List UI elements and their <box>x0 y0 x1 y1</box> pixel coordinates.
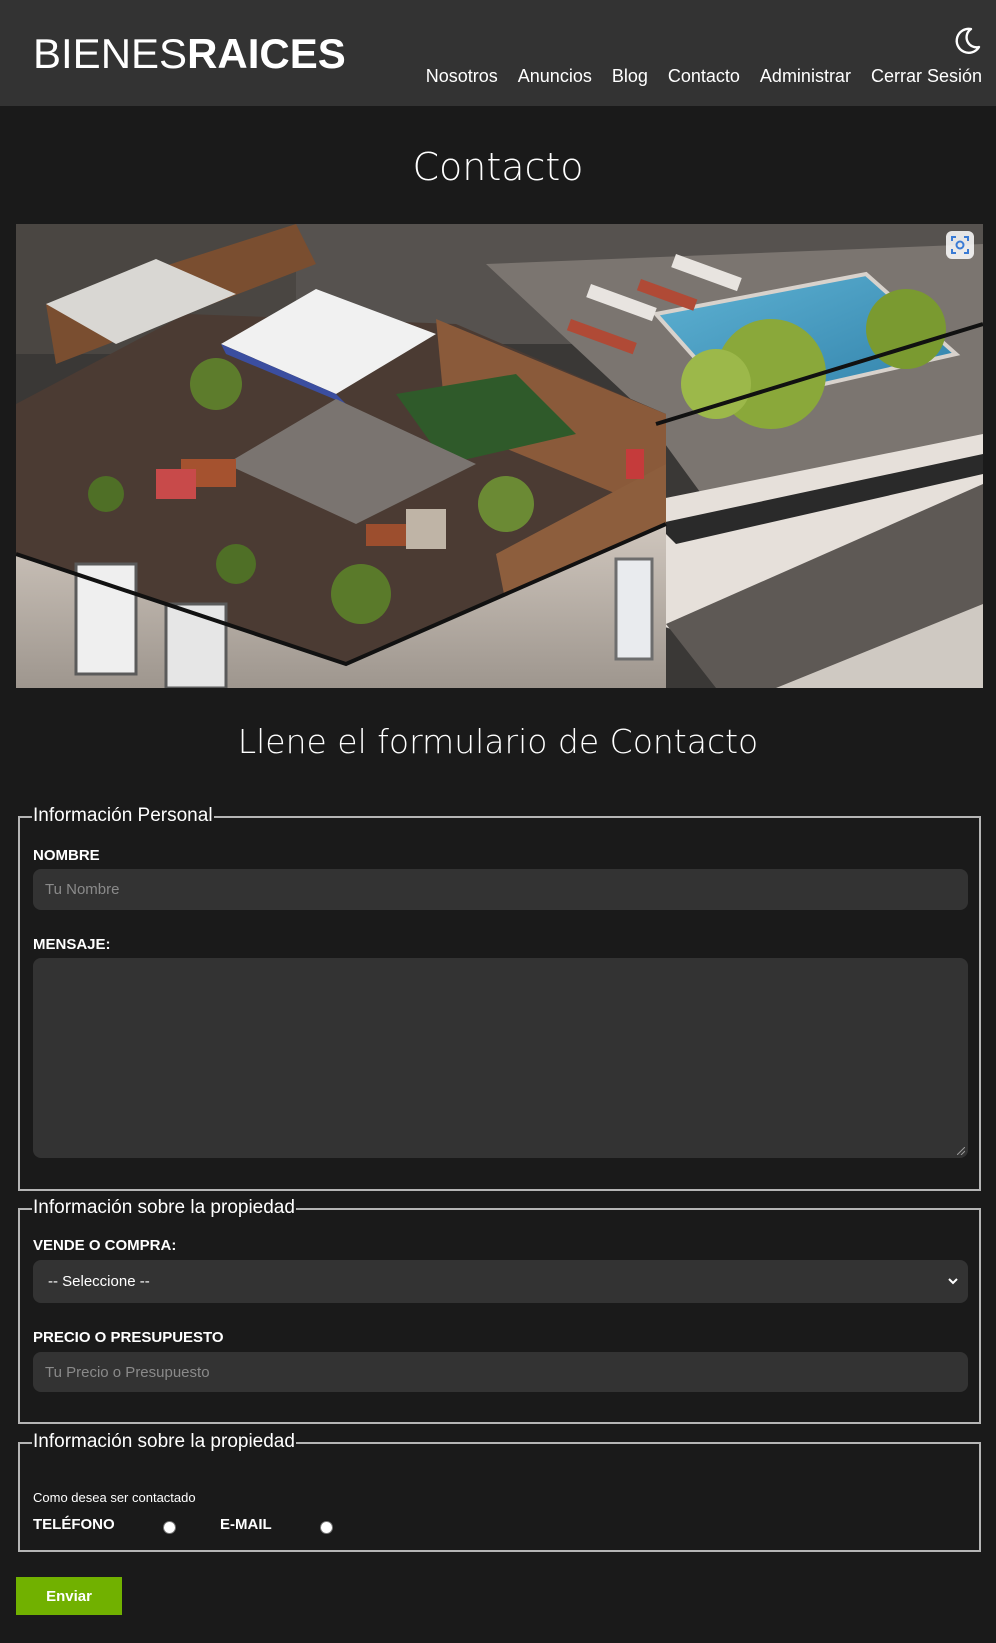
moon-icon[interactable] <box>952 26 982 56</box>
personal-info-fieldset: Información Personal NOMBRE Tu Nombre ME… <box>18 805 981 1191</box>
phone-label: TELÉFONO <box>33 1516 115 1533</box>
nav-blog[interactable]: Blog <box>612 66 648 87</box>
price-label: PRECIO O PRESUPUESTO <box>33 1329 224 1346</box>
submit-button[interactable]: Enviar <box>16 1577 122 1615</box>
property-info-legend: Información sobre la propiedad <box>32 1197 296 1219</box>
resize-handle-icon[interactable] <box>957 1147 965 1155</box>
email-radio[interactable] <box>320 1521 333 1534</box>
type-label: VENDE O COMPRA: <box>33 1237 177 1254</box>
nav-administrar[interactable]: Administrar <box>760 66 851 87</box>
name-input[interactable]: Tu Nombre <box>33 869 968 910</box>
chevron-down-icon <box>948 1278 958 1285</box>
site-logo[interactable]: BIENESRAICES <box>33 30 346 78</box>
price-input[interactable]: Tu Precio o Presupuesto <box>33 1352 968 1392</box>
nav-nosotros[interactable]: Nosotros <box>426 66 498 87</box>
personal-info-legend: Información Personal <box>32 805 214 827</box>
logo-light-text: BIENES <box>33 30 188 77</box>
site-header: BIENESRAICES Nosotros Anuncios Blog Cont… <box>0 0 996 106</box>
nav-cerrar-sesion[interactable]: Cerrar Sesión <box>871 66 982 87</box>
name-label: NOMBRE <box>33 847 100 864</box>
contact-question: Como desea ser contactado <box>33 1490 196 1505</box>
form-subtitle: Llene el formulario de Contacto <box>237 722 759 761</box>
type-select-value: -- Seleccione -- <box>48 1273 150 1290</box>
page-title: Contacto <box>412 145 584 189</box>
email-label: E-MAIL <box>220 1516 272 1533</box>
nav-anuncios[interactable]: Anuncios <box>518 66 592 87</box>
property-info-fieldset: Información sobre la propiedad VENDE O C… <box>18 1197 981 1424</box>
contact-fieldset: Información sobre la propiedad Como dese… <box>18 1431 981 1552</box>
message-textarea[interactable] <box>33 958 968 1158</box>
contact-legend: Información sobre la propiedad <box>32 1431 296 1453</box>
type-select[interactable]: -- Seleccione -- <box>33 1260 968 1303</box>
hero-image <box>16 224 983 688</box>
message-label: MENSAJE: <box>33 936 111 953</box>
lens-icon[interactable] <box>946 231 974 259</box>
logo-bold-text: RAICES <box>187 30 346 77</box>
main-nav: Nosotros Anuncios Blog Contacto Administ… <box>426 66 982 87</box>
phone-radio[interactable] <box>163 1521 176 1534</box>
nav-contacto[interactable]: Contacto <box>668 66 740 87</box>
